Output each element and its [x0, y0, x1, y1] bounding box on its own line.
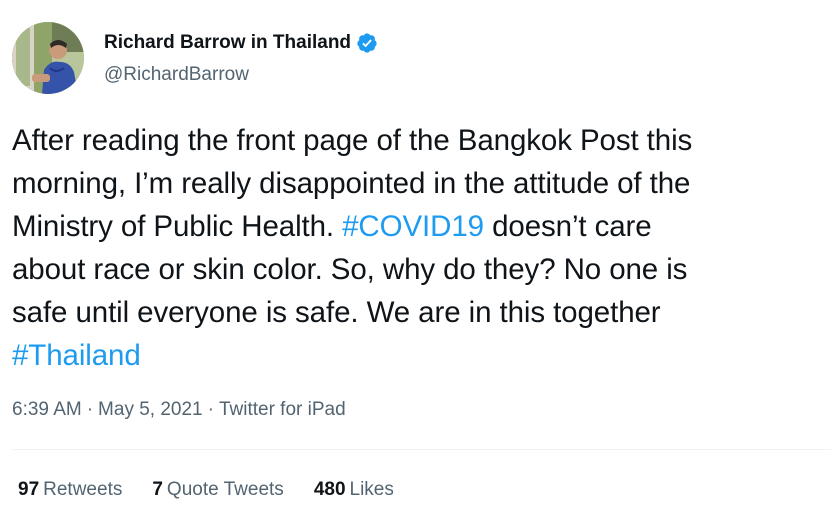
author-block: Richard Barrow in Thailand @RichardBarro…	[104, 30, 378, 88]
likes-stat[interactable]: 480 Likes	[314, 477, 394, 503]
profile-photo-icon	[12, 22, 84, 94]
tweet-text-segment: doesn’t care	[483, 210, 652, 243]
tweet-meta: 6:39 AM · May 5, 2021 · Twitter for iPad	[12, 397, 346, 423]
tweet-text-line: safe until everyone is safe. We are in t…	[12, 291, 830, 334]
quote-tweets-stat[interactable]: 7 Quote Tweets	[152, 477, 283, 503]
avatar[interactable]	[12, 22, 84, 94]
quote-tweets-label: Quote Tweets	[166, 479, 284, 500]
hashtag-link[interactable]: #COVID19	[342, 210, 484, 243]
tweet-text-line: #Thailand	[12, 334, 830, 377]
display-name[interactable]: Richard Barrow in Thailand	[104, 30, 351, 56]
meta-separator: ·	[86, 399, 94, 420]
hashtag-link[interactable]: #Thailand	[12, 339, 141, 372]
handle[interactable]: @RichardBarrow	[104, 62, 378, 88]
quote-tweets-count: 7	[152, 479, 163, 500]
tweet-source-link[interactable]: Twitter for iPad	[219, 399, 346, 420]
tweet-text-segment: safe until everyone is safe. We are in t…	[12, 296, 661, 329]
name-row: Richard Barrow in Thailand	[104, 30, 378, 56]
verified-badge-icon	[356, 32, 378, 54]
tweet-text-segment: After reading the front page of the Bang…	[12, 124, 693, 157]
tweet-card: Richard Barrow in Thailand @RichardBarro…	[0, 0, 831, 515]
tweet-text-line: morning, I’m really disappointed in the …	[12, 162, 830, 205]
meta-separator: ·	[207, 399, 214, 420]
tweet-text-segment: Ministry of Public Health.	[12, 210, 343, 243]
retweets-count: 97	[18, 479, 40, 500]
tweet-text-segment: about race or skin color. So, why do the…	[12, 253, 688, 286]
tweet-text-segment: morning, I’m really disappointed in the …	[12, 167, 691, 200]
tweet-date-link[interactable]: May 5, 2021	[98, 399, 203, 420]
likes-label: Likes	[349, 479, 394, 500]
tweet-stats: 97 Retweets 7 Quote Tweets 480 Likes	[18, 477, 424, 503]
retweets-label: Retweets	[43, 479, 123, 500]
divider	[12, 449, 831, 450]
tweet-time-link[interactable]: 6:39 AM	[12, 399, 82, 420]
tweet-text-line: Ministry of Public Health. #COVID19 does…	[12, 205, 830, 248]
tweet-text-line: After reading the front page of the Bang…	[12, 119, 830, 162]
likes-count: 480	[313, 479, 346, 500]
tweet-text-line: about race or skin color. So, why do the…	[12, 248, 830, 291]
retweets-stat[interactable]: 97 Retweets	[18, 477, 122, 503]
tweet-text: After reading the front page of the Bang…	[12, 119, 830, 377]
